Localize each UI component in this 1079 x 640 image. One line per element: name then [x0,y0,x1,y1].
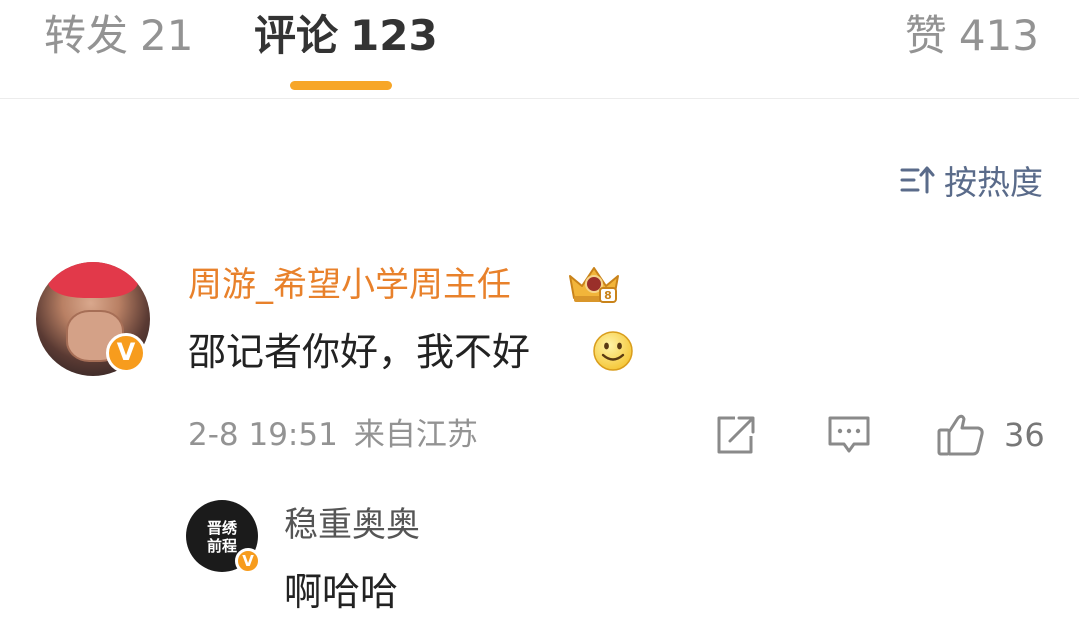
comment-date: 2-8 19:51 [188,417,338,453]
tab-bar: 转发 21 评论 123 赞 413 [0,0,1079,99]
like-count: 36 [1004,416,1045,454]
share-button[interactable] [713,412,757,458]
comment-location: 来自江苏 [353,417,478,453]
avatar-hair [48,262,138,298]
svg-text:8: 8 [604,289,612,302]
replier-avatar-text-line1: 晋绣 [206,519,237,537]
thumbs-up-icon [937,414,984,456]
tab-reposts-label: 转发 [44,11,129,60]
reply-button[interactable] [826,412,872,458]
tab-likes-count: 413 [958,11,1039,60]
tab-comments-count: 123 [350,11,438,60]
tab-reposts-count: 21 [140,11,194,60]
comment-text: 邵记者你好，我不好 [188,330,531,374]
share-icon [717,416,755,454]
like-button[interactable]: 36 [936,412,1046,458]
tab-reposts[interactable]: 转发 21 [44,8,193,64]
sort-icon [900,166,935,194]
active-tab-indicator [290,81,392,90]
commenter-username[interactable]: 周游_希望小学周主任 [188,262,511,308]
reply-text: 啊哈哈 [284,570,399,614]
smile-emoji-icon [593,331,633,371]
tab-comments[interactable]: 评论 123 [254,8,438,64]
tab-likes-label: 赞 [904,11,947,60]
sort-by-hot-button[interactable]: 按热度 [900,158,1043,202]
sort-label: 按热度 [944,163,1043,202]
verified-badge-icon: V [106,333,146,373]
comment-icon [828,416,870,453]
verified-badge-icon: V [235,548,261,574]
replier-username[interactable]: 稳重奥奥 [284,502,420,548]
tab-comments-label: 评论 [254,11,339,60]
crown-icon: 8 [569,267,619,303]
tab-likes[interactable]: 赞 413 [905,8,1039,64]
comment-meta: 2-8 19:51 来自江苏 [188,414,478,456]
